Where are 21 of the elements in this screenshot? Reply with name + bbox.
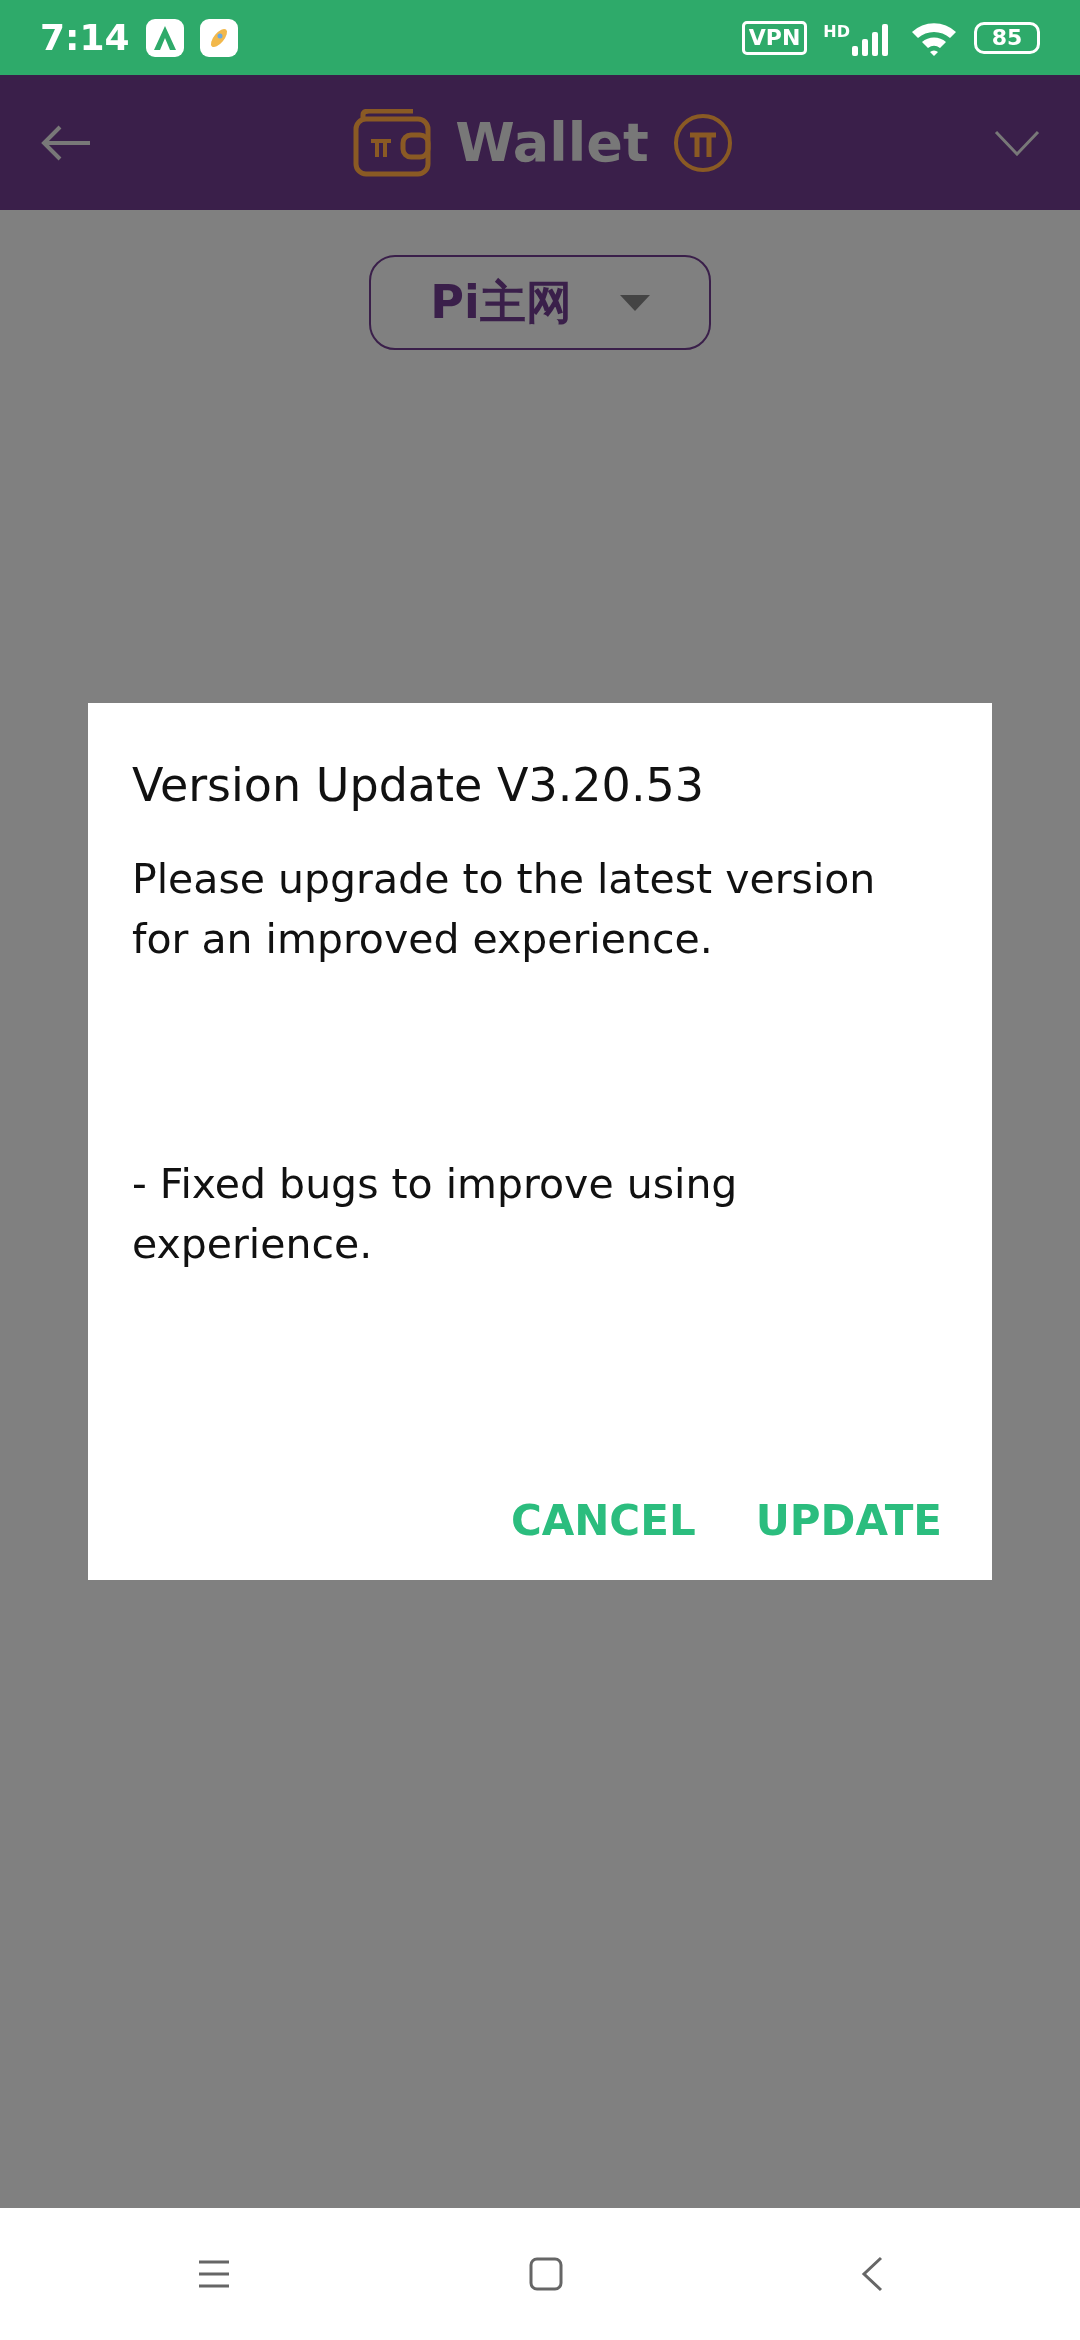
back-icon[interactable] <box>861 2256 883 2292</box>
network-dropdown[interactable]: Pi主网 <box>369 255 711 350</box>
chevron-down-icon[interactable] <box>994 129 1040 156</box>
back-arrow-icon[interactable] <box>40 124 92 161</box>
update-button[interactable]: UPDATE <box>749 1479 948 1562</box>
wallet-icon <box>353 108 432 177</box>
battery-indicator: 85 <box>974 21 1040 54</box>
home-icon[interactable] <box>529 2257 563 2291</box>
rocket-icon <box>199 18 238 57</box>
app-icon <box>145 18 184 57</box>
caret-icon <box>619 294 650 311</box>
header-title: Wallet <box>455 110 649 176</box>
dialog-message: Please upgrade to the latest version for an improved experience. <box>132 854 877 966</box>
menu-icon[interactable] <box>197 2259 231 2289</box>
pi-coin-icon <box>672 112 733 173</box>
status-time: 7:14 <box>40 15 130 60</box>
vpn-indicator: VPN <box>741 20 808 55</box>
release-notes: - Fixed bugs to improve using experience. <box>132 1159 739 1271</box>
network-type: HD <box>823 20 850 43</box>
dialog-title: Version Update V3.20.53 <box>132 758 706 814</box>
cancel-button[interactable]: CANCEL <box>504 1479 702 1562</box>
